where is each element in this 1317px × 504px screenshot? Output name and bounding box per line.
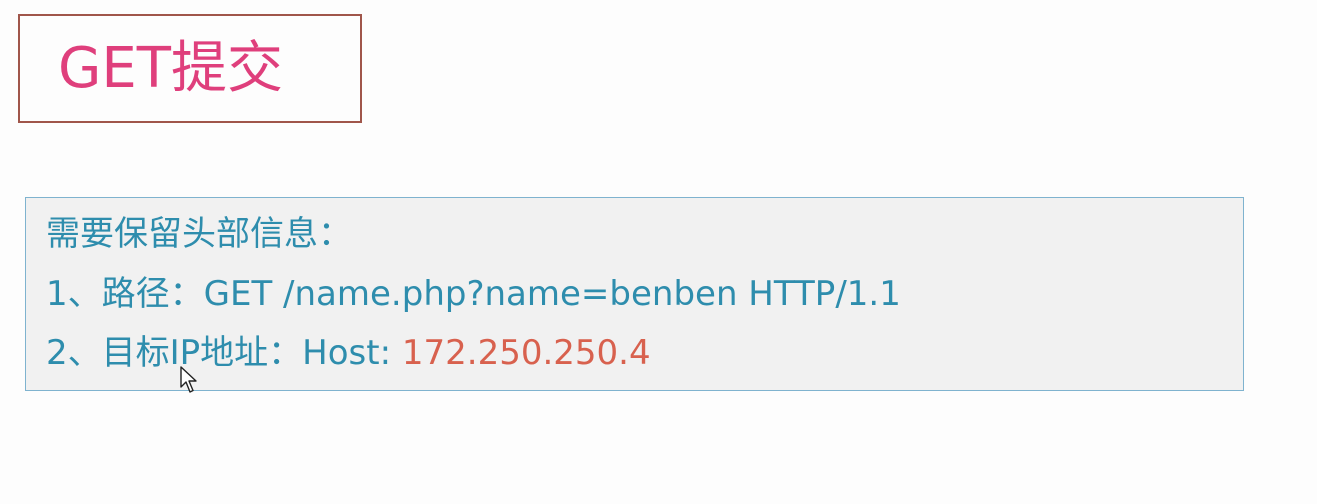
info-heading: 需要保留头部信息：: [46, 214, 352, 254]
info-path-line: 1、路径：GET /name.php?name=benben HTTP/1.1: [46, 272, 901, 316]
path-label: 1、路径：: [46, 274, 204, 314]
mouse-pointer-icon: [180, 366, 197, 393]
info-box: 需要保留头部信息： 1、路径：GET /name.php?name=benben…: [25, 197, 1244, 391]
slide-title-box: GET提交: [18, 14, 362, 123]
host-prefix: Host:: [302, 333, 402, 373]
slide-title: GET提交: [58, 36, 283, 101]
target-label: 2、目标IP地址：: [46, 333, 303, 373]
info-target-line: 2、目标IP地址：Host: 172.250.250.4: [46, 331, 651, 375]
path-value: GET /name.php?name=benben HTTP/1.1: [203, 274, 901, 314]
host-ip-value: 172.250.250.4: [401, 333, 651, 373]
